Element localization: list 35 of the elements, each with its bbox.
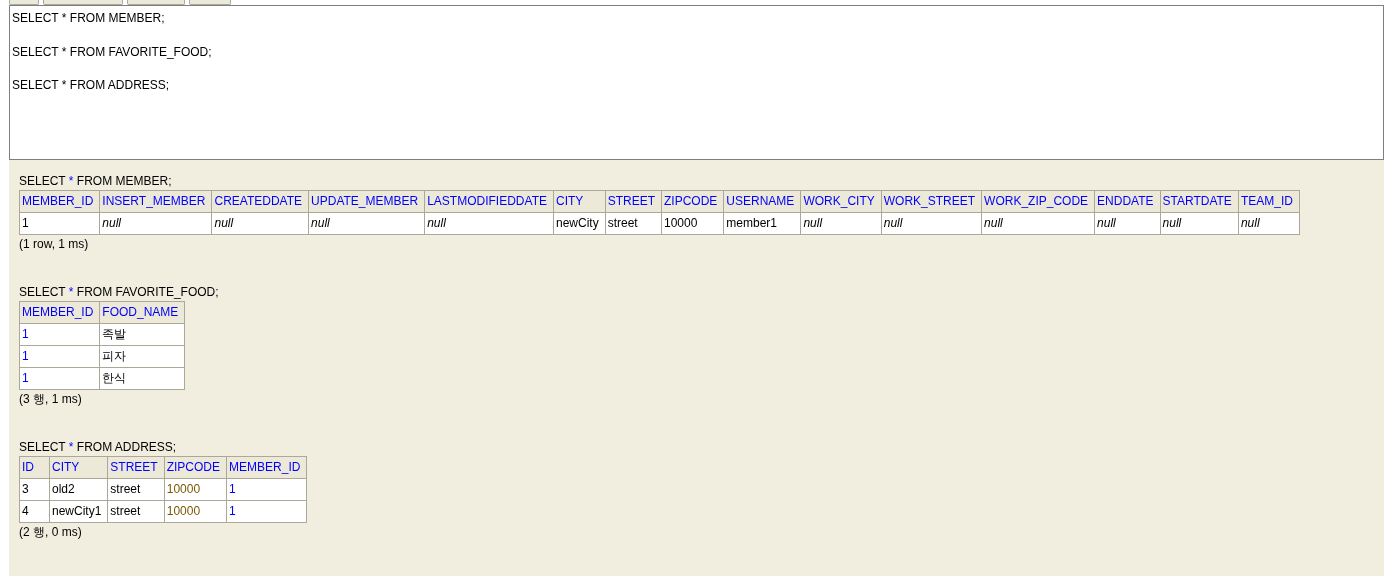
column-header[interactable]: STARTDATE <box>1160 190 1239 213</box>
column-header[interactable]: UPDATE_MEMBER <box>308 190 425 213</box>
sql-editor-field[interactable]: SELECT * FROM MEMBER; SELECT * FROM FAVORITE_FOOD; SELECT * FROM ADDRESS; <box>9 5 1384 160</box>
query-text: SELECT * FROM ADDRESS; <box>19 440 177 455</box>
result-status: (3 행, 1 ms) <box>19 392 82 407</box>
result-status: (2 행, 0 ms) <box>19 525 82 540</box>
column-header[interactable]: MEMBER_ID <box>226 456 307 479</box>
column-header[interactable]: MEMBER_ID <box>19 190 100 213</box>
column-header[interactable]: LASTMODIFIEDDATE <box>424 190 554 213</box>
column-header[interactable]: ZIPCODE <box>164 456 227 479</box>
column-header[interactable]: CREATEDDATE <box>212 190 309 213</box>
column-header[interactable]: FOOD_NAME <box>99 301 185 324</box>
query-text: SELECT * FROM FAVORITE_FOOD; <box>19 285 219 300</box>
column-header[interactable]: ZIPCODE <box>661 190 724 213</box>
column-header[interactable]: INSERT_MEMBER <box>99 190 212 213</box>
table-cell[interactable]: 1 <box>19 345 100 368</box>
column-header[interactable]: USERNAME <box>723 190 801 213</box>
column-header[interactable]: STREET <box>107 456 165 479</box>
column-header[interactable]: ID <box>19 456 50 479</box>
table-cell: 4 <box>19 500 50 523</box>
table-cell: 1 <box>19 212 100 235</box>
column-header[interactable]: TEAM_ID <box>1238 190 1300 213</box>
column-header[interactable]: ENDDATE <box>1094 190 1161 213</box>
table-cell: 3 <box>19 478 50 501</box>
column-header[interactable]: WORK_STREET <box>881 190 982 213</box>
column-header[interactable]: STREET <box>605 190 662 213</box>
query-text: SELECT * FROM MEMBER; <box>19 174 172 189</box>
column-header[interactable]: WORK_CITY <box>800 190 882 213</box>
column-header[interactable]: MEMBER_ID <box>19 301 100 324</box>
column-header[interactable]: CITY <box>553 190 606 213</box>
result-status: (1 row, 1 ms) <box>19 237 89 252</box>
column-header[interactable]: CITY <box>49 456 108 479</box>
column-header[interactable]: WORK_ZIP_CODE <box>981 190 1095 213</box>
table-cell[interactable]: 1 <box>19 367 100 390</box>
table-cell[interactable]: 1 <box>19 323 100 346</box>
